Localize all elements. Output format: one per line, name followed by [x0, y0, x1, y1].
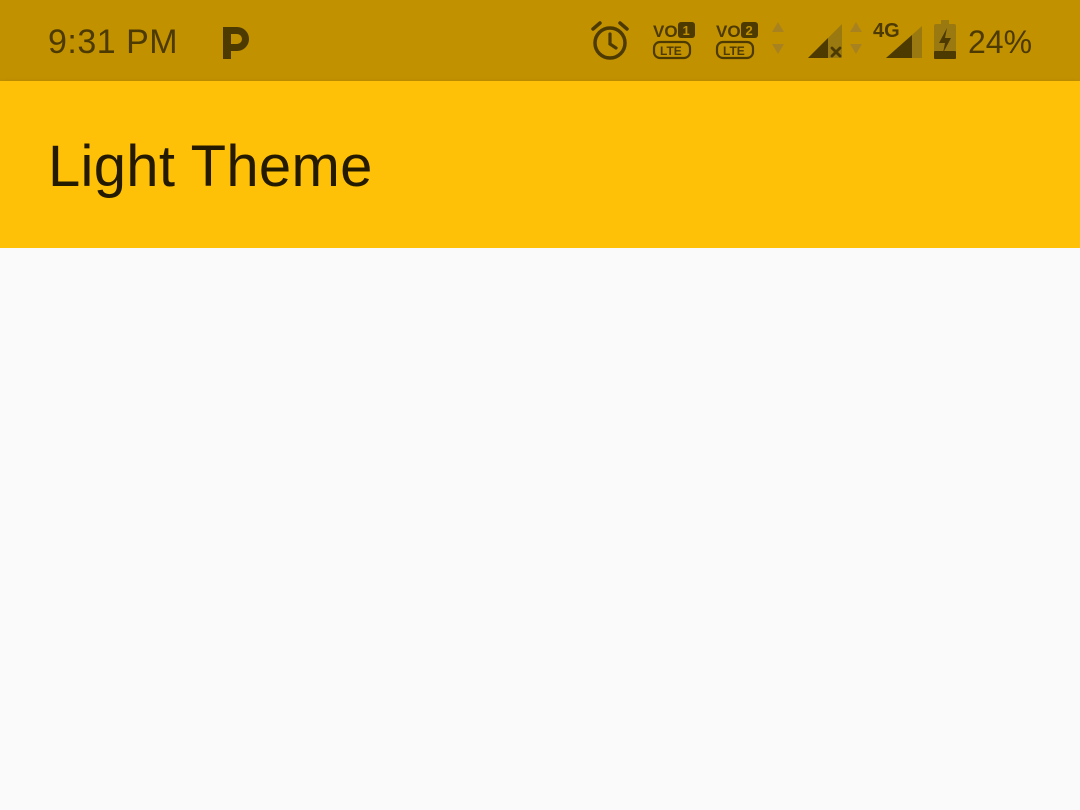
battery-charging-icon [934, 20, 956, 59]
volte-sim1-icon: VO 1 LTE [652, 22, 695, 60]
page-title: Light Theme [48, 134, 373, 199]
screen: 9:31 PM VO 1 LTE VO 2 LTE 4G 24% Light T… [0, 0, 1080, 810]
data-arrows-icon [772, 22, 784, 54]
app-bar: Light Theme [0, 81, 1080, 248]
status-time: 9:31 PM [48, 23, 179, 61]
data-arrows-icon [850, 22, 862, 54]
svg-text:2: 2 [746, 23, 753, 38]
volte-sim2-icon: VO 2 LTE [715, 22, 758, 60]
svg-text:LTE: LTE [723, 44, 745, 58]
network-4g-label: 4G [873, 20, 900, 42]
svg-text:1: 1 [683, 23, 690, 38]
content-area [0, 248, 1080, 810]
battery-percent: 24% [968, 24, 1033, 60]
alarm-icon [591, 21, 629, 60]
svg-text:4G: 4G [873, 20, 900, 42]
parking-p-icon [223, 27, 249, 59]
signal-sim1-icon [808, 24, 842, 58]
svg-text:LTE: LTE [660, 44, 682, 58]
svg-text:VO: VO [716, 22, 741, 41]
status-bar: 9:31 PM VO 1 LTE VO 2 LTE 4G 24% [0, 0, 1080, 81]
svg-text:VO: VO [653, 22, 678, 41]
